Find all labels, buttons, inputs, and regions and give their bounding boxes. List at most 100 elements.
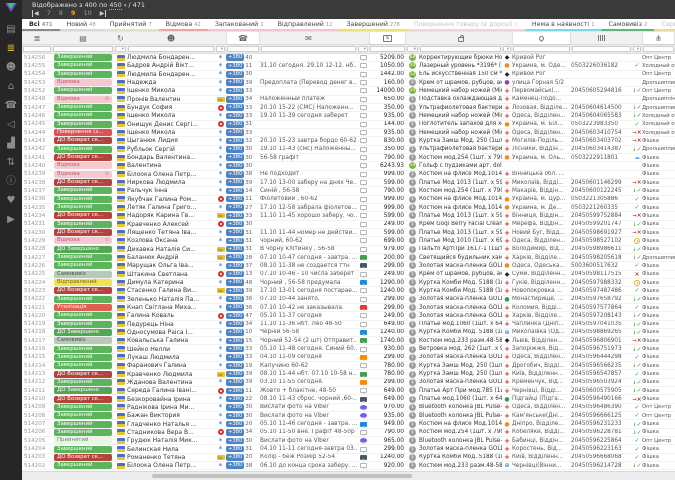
table-row-514248[interactable]: 514248Відмова⊙Пронів Валентинlic+38034На… — [22, 96, 675, 104]
status-badge[interactable]: Відмова⊙ — [54, 171, 112, 178]
phone-cell[interactable]: +38033 — [226, 87, 260, 94]
chat-icon[interactable] — [360, 188, 367, 193]
chat-icon[interactable] — [360, 438, 367, 443]
table-row-514253[interactable]: 514253ВідмоваНадежда*+38039Предоплата (П… — [22, 79, 675, 87]
chat-icon[interactable] — [360, 205, 367, 210]
status-badge[interactable]: ДО Возврат ск... — [54, 454, 112, 461]
status-badge[interactable]: Завершений — [54, 429, 112, 436]
chat-icon[interactable] — [360, 388, 367, 393]
status-badge[interactable]: Завершений — [54, 71, 112, 78]
phone-cell[interactable]: +38031 — [226, 237, 260, 244]
table-row-514217[interactable]: 514217СамовивізКовальська Галина*+38015Ч… — [22, 337, 675, 345]
chat-icon[interactable] — [360, 422, 367, 427]
tab-Новий[interactable]: Новий48 — [60, 19, 103, 31]
phone-cell[interactable]: +38036 — [226, 296, 260, 303]
status-badge[interactable]: Завершений — [54, 54, 112, 61]
table-row-514244[interactable]: 514244Повернення (з...Іщенко Микола*+380… — [22, 129, 675, 137]
status-badge[interactable]: Завершений — [54, 112, 112, 119]
status-badge[interactable]: ДО Возврат ск... — [54, 137, 112, 144]
status-badge[interactable]: Відмова — [54, 79, 112, 86]
table-row-514247[interactable]: 514247ЗавершенийБундук София+3803320.10 … — [22, 104, 675, 112]
table-row-514211[interactable]: 514211ДО ЗавершеноСереда Галина Івані...… — [22, 387, 675, 395]
table-row-514215[interactable]: 514215ЗавершенийЛукаш Людмила*+3803304.1… — [22, 354, 675, 362]
chat-icon[interactable] — [360, 305, 367, 310]
feedback-icon[interactable]: ♥ — [0, 191, 22, 210]
ttn-status-column[interactable] — [632, 32, 642, 44]
phone-cell[interactable]: +38039 — [226, 287, 260, 294]
filter-input-source-column[interactable]: ▾ — [216, 46, 225, 52]
chat-icon[interactable] — [360, 155, 367, 160]
status-badge[interactable]: Завершений — [54, 262, 112, 269]
status-column[interactable]: ▤ — [52, 32, 114, 44]
phone-cell[interactable]: +38028 — [226, 254, 260, 261]
phone-cell[interactable]: +38033 — [226, 112, 260, 119]
status-badge[interactable]: Завершений — [54, 321, 112, 328]
status-badge[interactable]: ДО Завершено — [54, 329, 112, 336]
table-row-514221[interactable]: 514221УтилізаціяКнап Світлана Миха...*+3… — [22, 304, 675, 312]
phone-cell[interactable]: +38034 — [226, 321, 260, 328]
table-row-514204[interactable]: 514204ЗавершенийБелинская Нила*+3803104.… — [22, 445, 675, 453]
dashboard-icon[interactable]: ▤ — [0, 20, 22, 39]
page-size-dropdown[interactable]: 450 — [109, 1, 121, 10]
table-row-514222[interactable]: 514222ЗавершенийЗеленько Наталія Па...*+… — [22, 296, 675, 304]
table-row-514246[interactable]: 514246ЗавершенийІщенко Микола*+3803319.1… — [22, 112, 675, 120]
phone-cell[interactable]: +38030 — [226, 71, 260, 78]
table-row-514231[interactable]: 514231ЗавершенийКравченко Алексей+380302… — [22, 221, 675, 229]
chat-icon[interactable] — [360, 97, 367, 102]
chat-icon[interactable] — [360, 455, 367, 460]
table-row-514223[interactable]: 514223ДО Возврат ск...Стасенко Галина Ви… — [22, 287, 675, 295]
table-row-514202[interactable]: 514202ЗавершенийБілоока Олена Петр...*+3… — [22, 462, 675, 470]
status-badge[interactable]: Завершений — [54, 346, 112, 353]
phone-cell[interactable]: +38039 — [226, 79, 260, 86]
chat-icon[interactable] — [360, 397, 367, 402]
chat-icon[interactable] — [360, 80, 367, 85]
table-row-514245[interactable]: 514245ЗавершенийОнищук Денис Сергі...+38… — [22, 121, 675, 129]
comment-column[interactable]: ✉ — [260, 32, 357, 44]
status-badge[interactable]: ДО Завершено — [54, 387, 112, 394]
filter-input-comment-column[interactable] — [261, 46, 356, 52]
table-row-514214[interactable]: 514214ЗавершенийФаранович Галина*+38019К… — [22, 362, 675, 370]
phone-cell[interactable]: +38036 — [226, 304, 260, 311]
table-row-514208[interactable]: 514208ЗавершенийБажан Виктория*+38030Вис… — [22, 412, 675, 420]
table-row-514220[interactable]: 514220ЗавершенийГалина Коваль+3804705.10… — [22, 312, 675, 320]
phone-cell[interactable]: +38013 — [226, 271, 260, 278]
payment-column[interactable]: $ — [369, 32, 406, 44]
filter-input-status-column[interactable] — [53, 46, 113, 52]
table-row-514225[interactable]: 514225СамовивізШтакина Светлана+3801307.… — [22, 271, 675, 279]
status-badge[interactable]: Відправлений — [54, 279, 112, 286]
phone-cell[interactable]: +38020 — [226, 454, 260, 461]
chat-icon[interactable] — [360, 322, 367, 327]
chat-icon[interactable] — [360, 197, 367, 202]
chat-icon[interactable] — [360, 263, 367, 268]
horizontal-scrollbar[interactable] — [152, 474, 412, 478]
orders-icon[interactable]: ≣ — [0, 39, 22, 58]
chat-icon[interactable] — [360, 138, 367, 143]
table-row-514216[interactable]: 514216ЗавершенийШейко Нелли*+3803305.10 … — [22, 345, 675, 353]
table-row-514255[interactable]: 514255ЗавершенийБадров Андрій Вікт...*+3… — [22, 62, 675, 70]
tab-Запакований[interactable]: Запакований1 — [208, 19, 271, 31]
phone-cell[interactable]: +38030 — [226, 221, 260, 228]
first-page-button[interactable]: ◀ — [32, 10, 39, 17]
phone-cell[interactable]: +38011 — [226, 387, 260, 394]
phone-cell[interactable]: +38015 — [226, 337, 260, 344]
tab-Прийнятий[interactable]: Прийнятий7 — [103, 19, 159, 31]
status-badge[interactable]: Завершений — [54, 462, 112, 469]
table-row-514219[interactable]: 514219ЗавершенийПедурець Ніна*+3803411.1… — [22, 321, 675, 329]
filter-input-ttn-status-column[interactable]: ▾ — [633, 46, 641, 52]
status-badge[interactable]: Самовивіз — [54, 337, 112, 344]
chat-icon[interactable] — [360, 55, 367, 60]
status-badge[interactable]: Завершений — [54, 204, 112, 211]
chat-icon[interactable] — [360, 163, 367, 168]
status-badge[interactable]: Утилізація — [54, 304, 112, 311]
filter-input-comment-icon-column[interactable]: ▾ — [358, 46, 368, 52]
phone-cell[interactable]: +38031 — [226, 445, 260, 452]
phone-cell[interactable]: +38034 — [226, 96, 260, 103]
page-number-9[interactable]: 9 — [71, 9, 76, 17]
chat-icon[interactable] — [360, 63, 367, 68]
phone-cell[interactable]: +38010 — [226, 329, 260, 336]
table-row-514241[interactable]: 514241ДО Возврат ск...Бондарь Валентина.… — [22, 154, 675, 162]
tab-Відправлений[interactable]: Відправлений12 — [271, 19, 340, 31]
video-icon[interactable]: ▶ — [0, 210, 22, 229]
status-badge[interactable]: Завершений — [54, 254, 112, 261]
status-badge[interactable]: Завершений — [54, 187, 112, 194]
